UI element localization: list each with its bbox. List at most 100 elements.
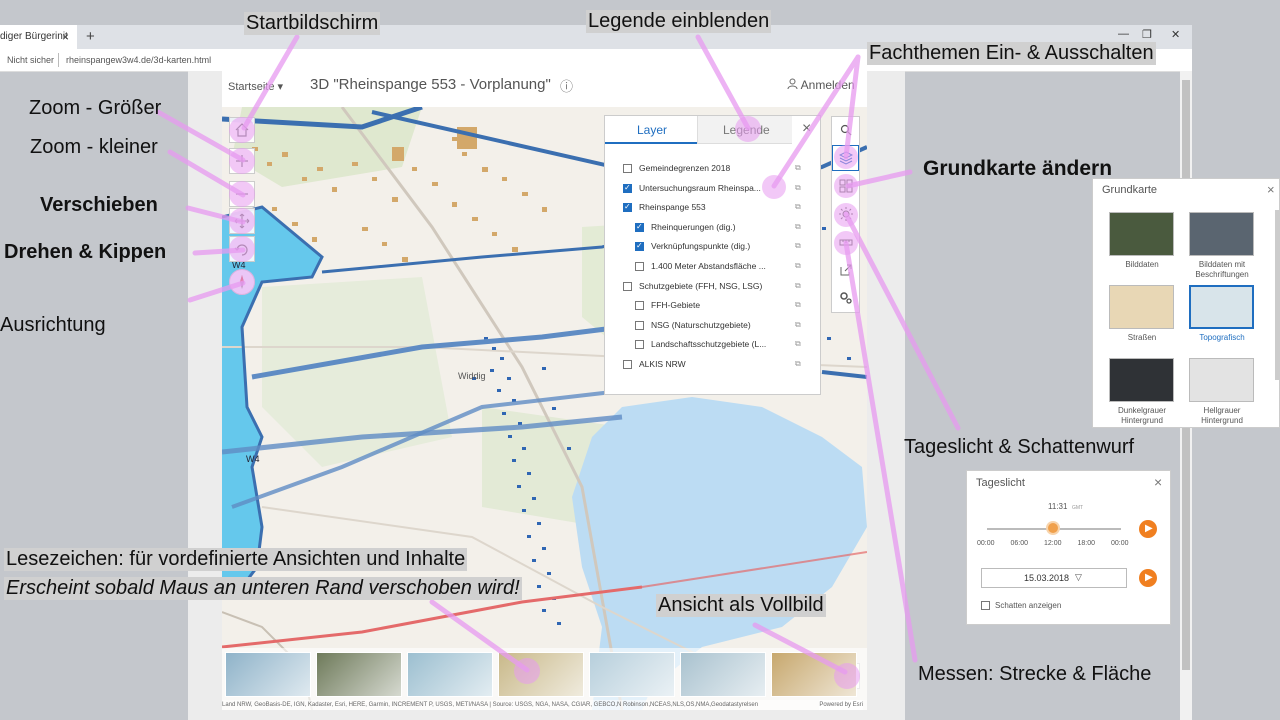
info-icon[interactable]: ⓘ (560, 76, 573, 95)
date-picker[interactable]: 15.03.2018 ▽ (981, 568, 1127, 588)
callout-zoom-out: Zoom - kleiner (30, 136, 158, 158)
basemap-thumbnail[interactable] (1189, 212, 1254, 256)
tab-layer[interactable]: Layer (605, 116, 697, 144)
basemap-label: Bilddaten mit Beschriftungen (1195, 260, 1249, 279)
chevron-down-icon: ▽ (1075, 572, 1082, 582)
layer-checkbox[interactable] (635, 241, 644, 252)
basemap-label: Bilddaten (1125, 260, 1159, 269)
layer-options-icon[interactable]: ⧉ (795, 320, 801, 330)
layer-item[interactable]: 1.400 Meter Abstandsfläche ... ⧉ (605, 258, 820, 276)
signin-link[interactable]: Anmelden (787, 78, 855, 92)
callout-bookmarks-line2: Erscheint sobald Maus an unteren Rand ve… (4, 577, 522, 600)
daylight-panel: Tageslicht × 11:31 GMT 00:00 06:00 12:00 18… (966, 470, 1171, 625)
layer-panel-close-icon[interactable]: × (802, 120, 811, 138)
url-separator (58, 53, 59, 67)
play-time-button[interactable]: ▶ (1139, 520, 1157, 538)
layer-options-icon[interactable]: ⧉ (795, 339, 801, 349)
layer-checkbox[interactable] (623, 202, 632, 213)
basemap-thumbnail[interactable] (1189, 358, 1254, 402)
layer-checkbox[interactable] (623, 164, 632, 173)
layer-item[interactable]: Schutzgebiete (FFH, NSG, LSG) ⧉ (605, 278, 820, 296)
layer-checkbox[interactable] (623, 281, 632, 291)
measure-button-highlight (834, 231, 858, 255)
shadow-checkbox[interactable] (981, 601, 990, 610)
layer-button-highlight (834, 145, 858, 169)
home-menu[interactable]: Startseite ▾ (228, 80, 283, 93)
layer-label: Rheinspange 553 (639, 202, 706, 213)
search-icon[interactable] (840, 123, 852, 141)
basemap-thumbnail[interactable] (1109, 358, 1174, 402)
layer-checkbox[interactable] (635, 222, 644, 232)
shadow-label: Schatten anzeigen (995, 601, 1062, 610)
layer-options-icon[interactable]: ⧉ (795, 300, 801, 310)
layer-options-icon[interactable]: ⧉ (795, 183, 801, 193)
powered-by[interactable]: Powered by Esri (819, 700, 863, 710)
bookmark-item[interactable] (316, 652, 402, 697)
layer-item[interactable]: Verknüpfungspunkte (dig.) ⧉ (605, 238, 820, 256)
callout-bookmarks-line1: Lesezeichen: für vordefinierte Ansichten… (4, 548, 468, 571)
layer-options-icon[interactable]: ⧉ (795, 163, 801, 173)
layer-options-icon[interactable]: ⧉ (795, 261, 801, 271)
layer-options-icon[interactable]: ⧉ (795, 222, 801, 232)
settings-icon[interactable] (839, 291, 853, 310)
layer-options-icon[interactable]: ⧉ (795, 281, 801, 291)
bookmark-item[interactable] (407, 652, 493, 697)
basemap-thumbnail[interactable] (1109, 285, 1174, 329)
daylight-title: Tageslicht (976, 477, 1025, 489)
basemap-close-icon[interactable]: × (1267, 182, 1275, 197)
tab-close-icon[interactable]: × (62, 30, 69, 44)
time-slider-thumb[interactable] (1045, 521, 1060, 535)
layer-options-icon[interactable]: ⧉ (795, 359, 801, 369)
security-label: Nicht sicher (7, 55, 55, 65)
layer-item[interactable]: ALKIS NRW ⧉ (605, 356, 820, 374)
layer-item[interactable]: Rheinquerungen (dig.) ⧉ (605, 219, 820, 237)
share-icon[interactable] (839, 263, 853, 282)
layer-item[interactable]: Rheinspange 553 ⧉ (605, 199, 820, 217)
fullscreen-highlight (834, 663, 860, 689)
callout-pan: Verschieben (40, 194, 158, 216)
basemap-scrollbar[interactable] (1275, 210, 1280, 380)
minimize-button[interactable]: — (1118, 28, 1129, 40)
layer-checkbox[interactable] (635, 340, 644, 350)
daylight-close-icon[interactable]: × (1154, 474, 1162, 490)
pan-highlight (229, 208, 255, 234)
layer-item[interactable]: NSG (Naturschutzgebiete) ⧉ (605, 317, 820, 335)
layer-checkbox[interactable] (635, 301, 644, 311)
layer-item[interactable]: Gemeindegrenzen 2018 ⧉ (605, 160, 820, 178)
basemap-button-highlight (834, 174, 858, 198)
time-tick-label: 06:00 (1010, 540, 1029, 547)
bookmark-item[interactable] (225, 652, 311, 697)
callout-measure: Messen: Strecke & Fläche (918, 663, 1152, 685)
callout-fullscreen: Ansicht als Vollbild (656, 594, 826, 617)
layer-item[interactable]: Landschaftsschutzgebiete (L... ⧉ (605, 336, 820, 354)
layer-options-icon[interactable]: ⧉ (795, 202, 801, 212)
layer-options-icon[interactable]: ⧉ (795, 241, 801, 251)
time-tick-label: 18:00 (1077, 540, 1096, 547)
layer-checkbox[interactable] (635, 320, 644, 330)
play-icon: ▶ (1145, 572, 1153, 583)
map-label-w4-bottom: W4 (246, 454, 260, 464)
layer-item[interactable]: FFH-Gebiete ⧉ (605, 297, 820, 315)
signin-label: Anmelden (800, 78, 855, 92)
layer-checkbox[interactable] (623, 183, 632, 193)
basemap-label: Straßen (1127, 333, 1157, 342)
layer-checkbox[interactable] (635, 262, 644, 271)
daylight-time: 11:31 (1048, 502, 1068, 511)
date-value: 15.03.2018 (1024, 573, 1070, 583)
basemap-thumbnail[interactable] (1189, 285, 1254, 329)
bookmark-item[interactable] (589, 652, 675, 697)
layer-checkbox[interactable] (623, 360, 632, 369)
bookmark-item[interactable] (498, 652, 584, 697)
restore-button[interactable]: ❐ (1142, 28, 1152, 41)
bookmark-item[interactable] (680, 652, 766, 697)
url-text[interactable]: rheinspangew3w4.de/3d-karten.html (66, 49, 211, 71)
close-window-button[interactable]: ✕ (1171, 28, 1180, 41)
new-tab-button[interactable]: + (86, 28, 95, 45)
play-date-button[interactable]: ▶ (1139, 569, 1157, 587)
layer-item[interactable]: Untersuchungsraum Rheinspa... ⧉ (605, 180, 820, 198)
chevron-down-icon: ▾ (277, 81, 284, 93)
layer-label: Landschaftsschutzgebiete (L... (651, 339, 767, 350)
basemap-title: Grundkarte (1102, 184, 1158, 196)
user-icon (787, 78, 801, 92)
basemap-thumbnail[interactable] (1109, 212, 1174, 256)
